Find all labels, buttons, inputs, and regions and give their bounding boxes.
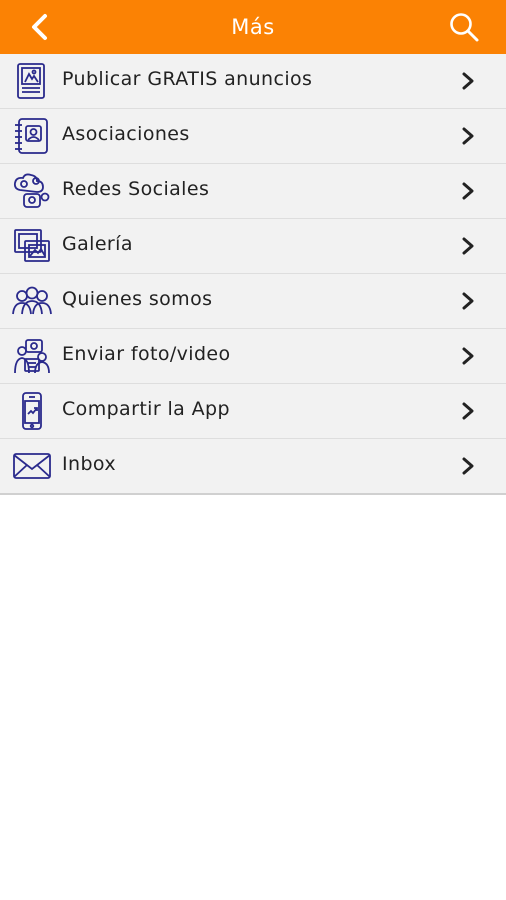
- photo-gallery-icon: [14, 229, 50, 262]
- menu-item-publicar-anuncios[interactable]: Publicar GRATIS anuncios: [0, 54, 506, 109]
- menu-item-galeria[interactable]: Galería: [0, 219, 506, 274]
- chevron-right-icon: [462, 402, 474, 420]
- envelope-icon: [13, 453, 51, 479]
- chevron-right-icon: [462, 72, 474, 90]
- share-phone-icon: [22, 392, 42, 430]
- menu-item-redes-sociales[interactable]: Redes Sociales: [0, 164, 506, 219]
- social-network-icon: [13, 173, 50, 208]
- more-menu-list: Publicar GRATIS anuncios Asociaciones Re…: [0, 54, 506, 495]
- send-media-icon: [14, 339, 50, 374]
- top-app-bar: Más: [0, 0, 506, 54]
- address-book-icon: [15, 118, 48, 154]
- menu-item-compartir-app[interactable]: Compartir la App: [0, 384, 506, 439]
- menu-item-label: Publicar GRATIS anuncios: [62, 68, 313, 90]
- newspaper-ad-icon: [17, 63, 45, 99]
- search-icon[interactable]: [448, 11, 480, 43]
- chevron-right-icon: [462, 457, 474, 475]
- chevron-right-icon: [462, 182, 474, 200]
- chevron-right-icon: [462, 237, 474, 255]
- menu-item-enviar-foto-video[interactable]: Enviar foto/video: [0, 329, 506, 384]
- menu-item-inbox[interactable]: Inbox: [0, 439, 506, 495]
- menu-item-label: Compartir la App: [62, 398, 230, 420]
- chevron-right-icon: [462, 292, 474, 310]
- menu-item-label: Redes Sociales: [62, 178, 210, 200]
- menu-item-label: Enviar foto/video: [62, 343, 231, 365]
- chevron-left-icon[interactable]: [26, 11, 54, 43]
- menu-item-label: Quienes somos: [62, 288, 213, 310]
- group-people-icon: [12, 286, 52, 315]
- chevron-right-icon: [462, 347, 474, 365]
- menu-item-asociaciones[interactable]: Asociaciones: [0, 109, 506, 164]
- menu-item-label: Galería: [62, 233, 133, 255]
- chevron-right-icon: [462, 127, 474, 145]
- menu-item-label: Asociaciones: [62, 123, 190, 145]
- menu-item-quienes-somos[interactable]: Quienes somos: [0, 274, 506, 329]
- page-title: Más: [231, 15, 275, 39]
- menu-item-label: Inbox: [62, 453, 116, 475]
